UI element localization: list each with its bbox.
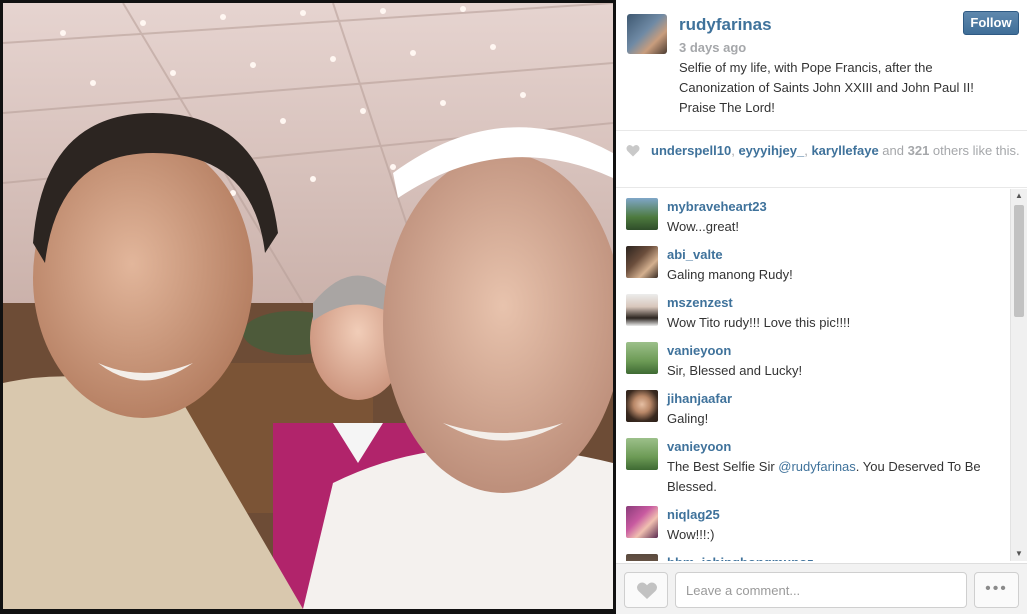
- commenter-avatar[interactable]: [626, 246, 658, 278]
- commenter-avatar[interactable]: [626, 554, 658, 561]
- mention-link[interactable]: @rudyfarinas: [778, 459, 856, 474]
- likes-summary: underspell10, eyyyihjey_, karyllefaye an…: [616, 132, 1027, 188]
- like-button[interactable]: [624, 572, 668, 608]
- commenter-avatar[interactable]: [626, 342, 658, 374]
- photo-pane: [0, 0, 616, 614]
- commenter-username[interactable]: mybraveheart23: [667, 199, 767, 214]
- post-timestamp[interactable]: 3 days ago: [679, 40, 746, 55]
- commenter-username[interactable]: vanieyoon: [667, 439, 731, 454]
- comments-list[interactable]: mybraveheart23 Wow...great! abi_valte Ga…: [616, 189, 1027, 561]
- liker-link[interactable]: eyyyihjey_: [738, 143, 804, 158]
- comment-text: The Best Selfie Sir @rudyfarinas. You De…: [667, 457, 992, 497]
- post-details: rudyfarinas 3 days ago Selfie of my life…: [616, 0, 1027, 614]
- post-caption: Selfie of my life, with Pope Francis, af…: [679, 60, 974, 115]
- commenter-username[interactable]: niqlag25: [667, 507, 720, 522]
- commenter-username[interactable]: bbm_ishingbongmunoz: [667, 555, 814, 561]
- likes-and: and: [878, 143, 908, 158]
- comment-text: Galing!: [667, 411, 709, 426]
- likes-count[interactable]: 321: [908, 143, 930, 158]
- commenter-username[interactable]: mszenzest: [667, 295, 733, 310]
- scroll-down-arrow-icon[interactable]: ▼: [1011, 547, 1027, 561]
- liker-link[interactable]: underspell10: [651, 143, 731, 158]
- comment-text-part: The Best Selfie Sir: [667, 459, 779, 474]
- heart-icon: [637, 582, 657, 599]
- comment-text: Sir, Blessed and Lucky!: [667, 363, 803, 378]
- commenter-username[interactable]: jihanjaafar: [667, 391, 732, 406]
- comment-text: Wow...great!: [667, 219, 740, 234]
- more-options-button[interactable]: •••: [974, 572, 1019, 608]
- commenter-avatar[interactable]: [626, 506, 658, 538]
- owner-username[interactable]: rudyfarinas: [679, 15, 772, 35]
- comments-scrollbar[interactable]: ▲ ▼: [1010, 189, 1027, 561]
- post-header: rudyfarinas 3 days ago Selfie of my life…: [616, 0, 1027, 131]
- commenter-avatar[interactable]: [626, 198, 658, 230]
- commenter-avatar[interactable]: [626, 390, 658, 422]
- commenter-avatar[interactable]: [626, 294, 658, 326]
- owner-avatar[interactable]: [627, 14, 667, 54]
- scrollbar-thumb[interactable]: [1014, 205, 1024, 317]
- post-photo[interactable]: [3, 3, 613, 609]
- comment-text: Galing manong Rudy!: [667, 267, 793, 282]
- scroll-up-arrow-icon[interactable]: ▲: [1011, 189, 1027, 203]
- likes-text: underspell10, eyyyihjey_, karyllefaye an…: [651, 143, 1021, 159]
- commenter-username[interactable]: abi_valte: [667, 247, 723, 262]
- comment-text: Wow!!!:): [667, 527, 715, 542]
- liker-link[interactable]: karyllefaye: [811, 143, 878, 158]
- photo-illustration: [3, 3, 613, 609]
- follow-button[interactable]: Follow: [963, 11, 1019, 35]
- heart-icon: [626, 145, 640, 157]
- comment-text: Wow Tito rudy!!! Love this pic!!!!: [667, 315, 851, 330]
- commenter-avatar[interactable]: [626, 438, 658, 470]
- comment-input[interactable]: [675, 572, 967, 608]
- commenter-username[interactable]: vanieyoon: [667, 343, 731, 358]
- comment-composer: •••: [616, 563, 1027, 614]
- likes-suffix: others like this.: [929, 143, 1020, 158]
